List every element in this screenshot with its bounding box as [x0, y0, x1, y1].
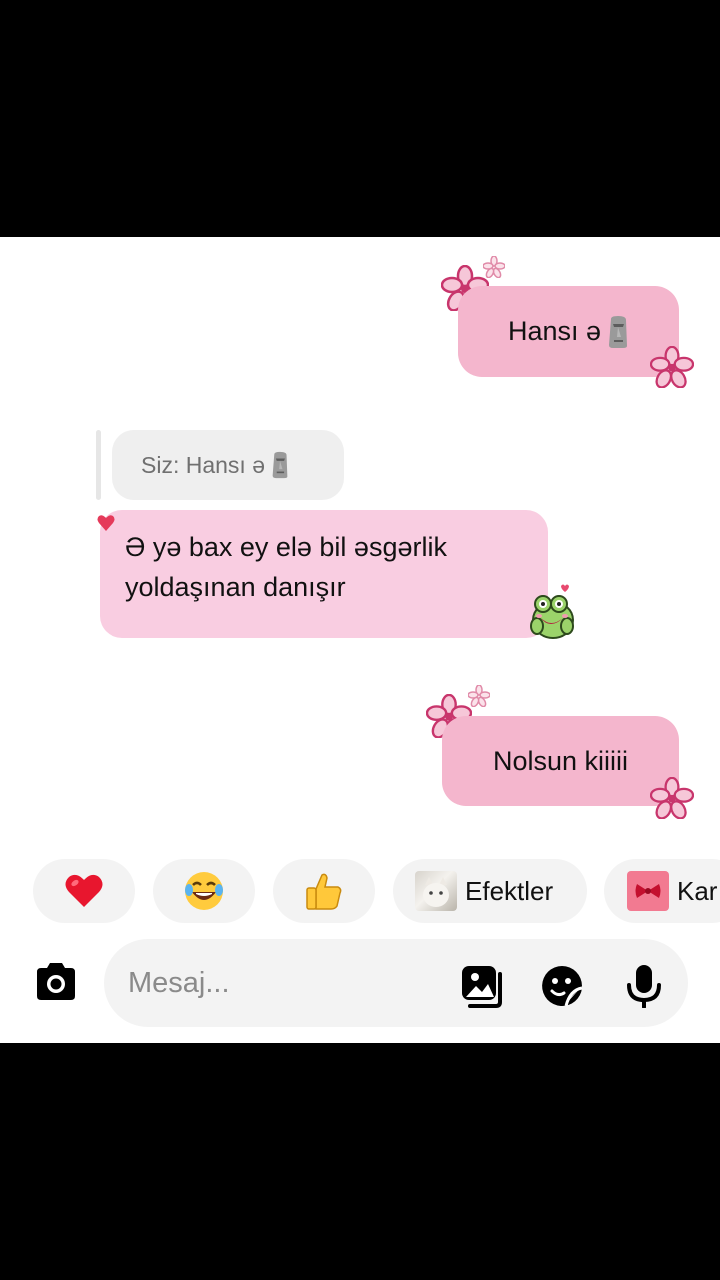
- quick-reaction-thumbs-up[interactable]: [273, 859, 375, 923]
- frog-sticker-icon: [530, 584, 574, 639]
- message-text: Nolsun kiiiii: [492, 745, 629, 776]
- flower-icon: [650, 346, 694, 388]
- thumbs-up-icon: [306, 873, 342, 910]
- letterbox-top: [0, 0, 720, 237]
- gift-chip[interactable]: Kar: [604, 859, 720, 923]
- message-text: Hansı ə: [507, 316, 602, 346]
- incoming-message-bubble[interactable]: Ə yə bax ey elə bil əsgərlik yoldaşınan …: [100, 510, 548, 638]
- effects-label: Efektler: [465, 875, 554, 906]
- gallery-icon[interactable]: [460, 964, 504, 1008]
- camera-icon[interactable]: [33, 962, 79, 1004]
- effects-chip[interactable]: Efektler: [393, 859, 587, 923]
- message-composer: [104, 939, 688, 1027]
- microphone-icon[interactable]: [622, 964, 666, 1008]
- small-flower-icon: [483, 256, 505, 278]
- moai-emoji-icon: [609, 315, 628, 348]
- chat-screen: Hansı ə Siz: Hansı ə Ə yə bax ey elə bil: [0, 237, 720, 1043]
- gift-icon: [627, 871, 669, 911]
- reply-preview[interactable]: Siz: Hansı ə: [112, 430, 344, 500]
- cat-thumbnail: [415, 871, 457, 911]
- gift-label: Kar: [677, 875, 718, 906]
- laughing-face-icon: [185, 872, 223, 910]
- outgoing-message-bubble[interactable]: Nolsun kiiiii: [442, 716, 679, 806]
- moai-emoji-icon: [272, 451, 288, 479]
- message-line: Ə yə bax ey elə bil əsgərlik: [125, 532, 447, 562]
- reply-label: Siz:: [141, 451, 180, 478]
- message-line: yoldaşınan danışır: [125, 572, 346, 602]
- letterbox-bottom: [0, 1043, 720, 1280]
- heart-icon: [65, 874, 103, 907]
- reply-indicator-line: [96, 430, 101, 500]
- message-input[interactable]: [128, 963, 428, 1003]
- flower-icon: [650, 777, 694, 819]
- reply-text: Hansı ə: [185, 451, 265, 478]
- small-flower-icon: [468, 685, 490, 707]
- heart-reaction-icon: [97, 515, 115, 531]
- outgoing-message-bubble[interactable]: Hansı ə: [458, 286, 679, 377]
- sticker-icon[interactable]: [540, 964, 584, 1008]
- quick-reaction-laugh[interactable]: [153, 859, 255, 923]
- quick-reaction-heart[interactable]: [33, 859, 135, 923]
